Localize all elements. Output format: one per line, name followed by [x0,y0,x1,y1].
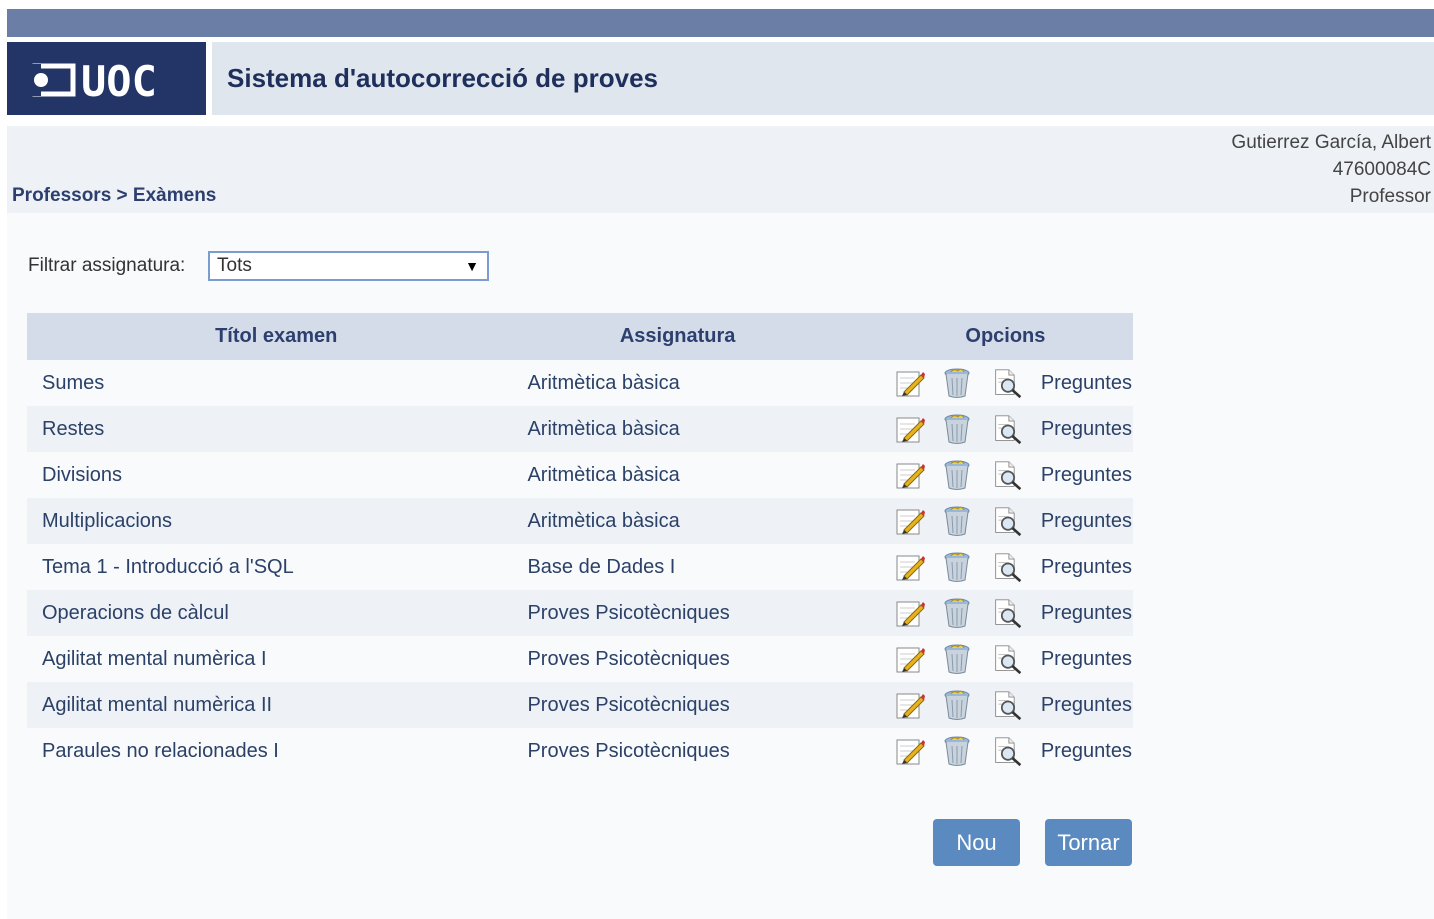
new-button[interactable]: Nou [933,819,1020,866]
questions-link[interactable]: Preguntes [1041,510,1132,533]
table-row: Agilitat mental numèrica II Proves Psico… [27,682,1133,728]
row-options: Preguntes [877,360,1133,406]
uoc-logo-mark: UOC [26,57,157,104]
row-options: Preguntes [877,682,1133,728]
edit-icon[interactable] [895,643,925,675]
trash-icon[interactable] [942,367,972,399]
table-header-row: Títol examen Assignatura Opcions [27,313,1133,360]
edit-icon[interactable] [895,735,925,767]
back-button[interactable]: Tornar [1045,819,1132,866]
info-bar: Professors > Exàmens Gutierrez García, A… [7,126,1434,213]
edit-icon[interactable] [895,597,925,629]
questions-link[interactable]: Preguntes [1041,602,1132,625]
exam-subject: Proves Psicotècniques [526,682,878,728]
edit-icon[interactable] [895,459,925,491]
edit-icon[interactable] [895,367,925,399]
user-name: Gutierrez García, Albert [1231,132,1431,153]
row-options: Preguntes [877,636,1133,682]
exam-subject: Proves Psicotècniques [526,636,878,682]
exam-subject: Aritmètica bàsica [526,406,878,452]
top-strip [7,9,1434,37]
row-options: Preguntes [877,452,1133,498]
questions-link[interactable]: Preguntes [1041,694,1132,717]
user-role: Professor [1349,186,1431,207]
row-options: Preguntes [877,590,1133,636]
questions-link[interactable]: Preguntes [1041,556,1132,579]
search-document-icon[interactable] [993,735,1023,767]
filter-label: Filtrar assignatura: [28,255,186,276]
exam-title: Paraules no relacionades I [27,728,527,774]
dropdown-arrow-icon: ▼ [465,258,479,274]
trash-icon[interactable] [942,551,972,583]
app-title: Sistema d'autocorrecció de proves [227,63,659,93]
table-row: Agilitat mental numèrica I Proves Psicot… [27,636,1133,682]
trash-icon[interactable] [942,459,972,491]
user-id: 47600084C [1332,159,1431,180]
search-document-icon[interactable] [993,643,1023,675]
user-info: Gutierrez García, Albert 47600084C Profe… [1231,129,1431,210]
trash-icon[interactable] [942,643,972,675]
search-document-icon[interactable] [993,459,1023,491]
exam-subject: Aritmètica bàsica [526,360,878,406]
questions-link[interactable]: Preguntes [1041,740,1132,763]
edit-icon[interactable] [895,551,925,583]
exams-table: Títol examen Assignatura Opcions Sumes A… [27,313,1133,774]
table-row: Sumes Aritmètica bàsica Preguntes [27,360,1133,406]
subject-filter-select[interactable]: Tots ▼ [208,251,489,281]
search-document-icon[interactable] [993,551,1023,583]
table-row: Operacions de càlcul Proves Psicotècniqu… [27,590,1133,636]
exam-title: Divisions [27,452,527,498]
table-row: Restes Aritmètica bàsica Preguntes [27,406,1133,452]
exam-subject: Aritmètica bàsica [526,452,878,498]
header-title: Títol examen [27,313,527,360]
questions-link[interactable]: Preguntes [1041,464,1132,487]
row-options: Preguntes [877,406,1133,452]
exam-title: Tema 1 - Introducció a l'SQL [27,544,527,590]
filter-selected-value: Tots [217,255,252,276]
exam-title: Sumes [27,360,527,406]
exam-title: Operacions de càlcul [27,590,527,636]
search-document-icon[interactable] [993,597,1023,629]
trash-icon[interactable] [942,505,972,537]
search-document-icon[interactable] [993,505,1023,537]
main-content: Filtrar assignatura: Tots ▼ Títol examen… [7,213,1434,919]
uoc-logo: UOC [7,42,206,115]
table-row: Tema 1 - Introducció a l'SQL Base de Dad… [27,544,1133,590]
exam-subject: Proves Psicotècniques [526,728,878,774]
logo-text: UOC [81,57,157,104]
exam-title: Multiplicacions [27,498,527,544]
exam-title: Restes [27,406,527,452]
exam-subject: Base de Dades I [526,544,878,590]
trash-icon[interactable] [942,413,972,445]
edit-icon[interactable] [895,505,925,537]
table-row: Paraules no relacionades I Proves Psicot… [27,728,1133,774]
exam-title: Agilitat mental numèrica II [27,682,527,728]
exam-subject: Aritmètica bàsica [526,498,878,544]
trash-icon[interactable] [942,597,972,629]
header-title-bar: Sistema d'autocorrecció de proves [212,42,1434,115]
search-document-icon[interactable] [993,689,1023,721]
questions-link[interactable]: Preguntes [1041,648,1132,671]
exam-title: Agilitat mental numèrica I [27,636,527,682]
search-document-icon[interactable] [993,413,1023,445]
trash-icon[interactable] [942,735,972,767]
edit-icon[interactable] [895,689,925,721]
table-row: Multiplicacions Aritmètica bàsica Pregun… [27,498,1133,544]
questions-link[interactable]: Preguntes [1041,418,1132,441]
row-options: Preguntes [877,728,1133,774]
table-row: Divisions Aritmètica bàsica Preguntes [27,452,1133,498]
header-options: Opcions [877,313,1133,360]
row-options: Preguntes [877,544,1133,590]
exam-subject: Proves Psicotècniques [526,590,878,636]
header-subject: Assignatura [526,313,878,360]
search-document-icon[interactable] [993,367,1023,399]
row-options: Preguntes [877,498,1133,544]
breadcrumb: Professors > Exàmens [12,185,217,206]
edit-icon[interactable] [895,413,925,445]
trash-icon[interactable] [942,689,972,721]
questions-link[interactable]: Preguntes [1041,372,1132,395]
